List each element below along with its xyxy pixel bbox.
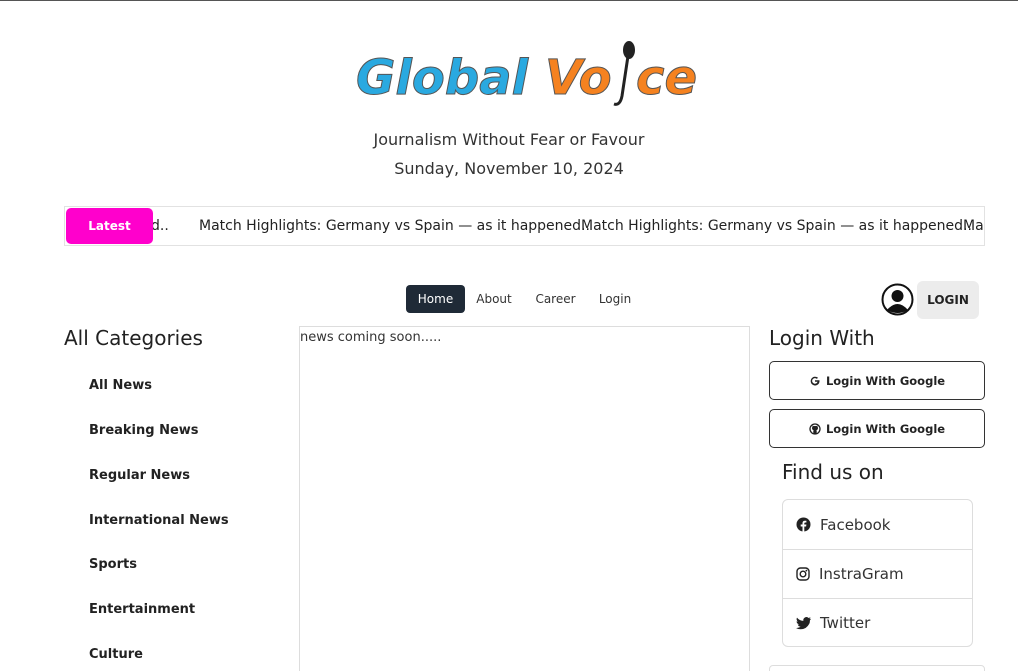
social-facebook-label: Facebook <box>820 515 891 534</box>
sidebar-next-widget <box>769 665 985 671</box>
news-content-area: news coming soon..... <box>299 326 750 671</box>
microphone-icon <box>613 41 635 106</box>
ticker-item[interactable]: d.. <box>151 207 169 245</box>
categories-heading: All Categories <box>64 326 203 350</box>
ticker-item[interactable]: Ma <box>963 207 984 245</box>
login-button[interactable]: LOGIN <box>917 281 979 319</box>
category-culture[interactable]: Culture <box>89 647 143 662</box>
facebook-icon <box>796 517 811 532</box>
github-icon <box>809 422 821 435</box>
news-placeholder-message: news coming soon..... <box>300 330 442 345</box>
latest-badge[interactable]: Latest <box>66 208 153 244</box>
news-ticker: Latest d.. Match Highlights: Germany vs … <box>64 206 985 246</box>
social-links-list: Facebook InstraGram Twitter <box>782 499 973 647</box>
login-with-heading: Login With <box>769 326 875 350</box>
login-github-button[interactable]: Login With Google <box>769 409 985 448</box>
login-github-label: Login With Google <box>825 421 946 436</box>
social-instagram-label: InstraGram <box>819 565 904 583</box>
ticker-item[interactable]: Match Highlights: Germany vs Spain — as … <box>581 207 972 245</box>
find-us-heading: Find us on <box>782 460 884 484</box>
user-avatar-icon[interactable] <box>881 283 914 316</box>
category-entertainment[interactable]: Entertainment <box>89 602 195 617</box>
nav-login[interactable]: Login <box>594 285 636 313</box>
category-regular-news[interactable]: Regular News <box>89 468 190 483</box>
social-link-facebook[interactable]: Facebook <box>783 500 972 549</box>
instagram-icon <box>796 567 810 581</box>
ticker-item[interactable]: Match Highlights: Germany vs Spain — as … <box>199 207 590 245</box>
social-link-twitter[interactable]: Twitter <box>783 598 972 647</box>
google-icon <box>809 375 821 387</box>
login-google-button[interactable]: Login With Google <box>769 361 985 400</box>
category-sports[interactable]: Sports <box>89 557 137 572</box>
nav-career[interactable]: Career <box>528 285 583 313</box>
social-twitter-label: Twitter <box>820 614 871 632</box>
social-link-instagram[interactable]: InstraGram <box>783 549 972 598</box>
global-voice-logo: Global Vo ce <box>356 41 698 107</box>
login-google-label: Login With Google <box>825 373 946 388</box>
logo-text-ce: ce <box>636 50 697 106</box>
logo-text-global: Global <box>356 50 529 106</box>
twitter-icon <box>796 616 811 630</box>
logo-text-vo: Vo <box>545 50 612 106</box>
top-divider <box>0 0 1018 1</box>
category-breaking-news[interactable]: Breaking News <box>89 423 199 438</box>
tagline: Journalism Without Fear or Favour <box>373 130 645 149</box>
nav-home[interactable]: Home <box>406 285 465 313</box>
category-international-news[interactable]: International News <box>89 513 229 528</box>
category-all-news[interactable]: All News <box>89 378 152 393</box>
nav-about[interactable]: About <box>470 285 518 313</box>
current-date: Sunday, November 10, 2024 <box>394 159 624 178</box>
